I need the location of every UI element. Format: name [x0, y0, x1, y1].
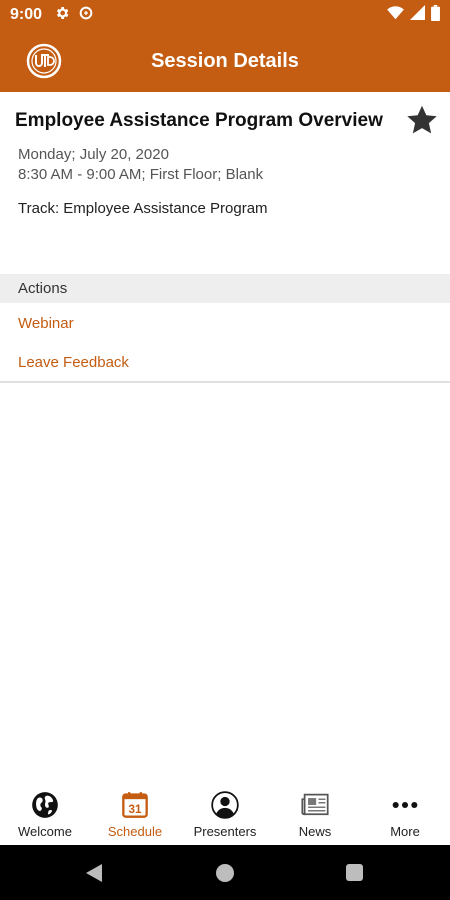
- session-title: Employee Assistance Program Overview: [15, 110, 383, 131]
- calendar-icon: 31: [120, 790, 150, 820]
- status-bar: 9:00: [0, 0, 450, 30]
- leave-feedback-link[interactable]: Leave Feedback: [18, 354, 129, 371]
- battery-icon: [431, 4, 440, 26]
- wifi-icon: [387, 5, 404, 25]
- session-time-location: 8:30 AM - 9:00 AM; First Floor; Blank: [18, 166, 264, 183]
- nav-item-welcome[interactable]: Welcome: [0, 785, 90, 845]
- nav-item-news[interactable]: News: [270, 785, 360, 845]
- app-bar: Session Details: [0, 30, 450, 92]
- nav-label-news: News: [298, 824, 332, 839]
- bottom-nav: Welcome 31 Schedule Presenters News More: [0, 785, 450, 845]
- nav-label-more: More: [390, 824, 420, 839]
- globe-icon: [30, 790, 60, 820]
- signal-icon: [410, 5, 425, 25]
- data-saver-icon: [78, 5, 94, 26]
- star-icon[interactable]: [404, 102, 440, 138]
- actions-header: Actions: [0, 274, 450, 303]
- newspaper-icon: [300, 790, 330, 820]
- nav-item-more[interactable]: More: [360, 785, 450, 845]
- home-icon[interactable]: [216, 864, 234, 882]
- gear-icon: [54, 5, 70, 26]
- back-icon[interactable]: [85, 863, 103, 888]
- person-icon: [210, 790, 240, 820]
- divider: [0, 381, 450, 383]
- session-track: Track: Employee Assistance Program: [18, 200, 268, 217]
- nav-label-presenters: Presenters: [193, 824, 257, 839]
- utd-logo-icon[interactable]: [26, 43, 62, 79]
- more-dots-icon: [390, 790, 420, 820]
- webinar-link[interactable]: Webinar: [18, 315, 74, 332]
- session-date: Monday; July 20, 2020: [18, 146, 169, 163]
- nav-item-presenters[interactable]: Presenters: [180, 785, 270, 845]
- recents-icon[interactable]: [346, 864, 363, 881]
- calendar-day: 31: [129, 803, 142, 816]
- nav-label-schedule: Schedule: [107, 824, 163, 839]
- status-time: 9:00: [10, 6, 43, 23]
- nav-label-welcome: Welcome: [18, 824, 72, 839]
- nav-item-schedule[interactable]: 31 Schedule: [90, 785, 180, 845]
- system-nav-bar: [0, 845, 450, 900]
- page-title: Session Details: [151, 49, 299, 72]
